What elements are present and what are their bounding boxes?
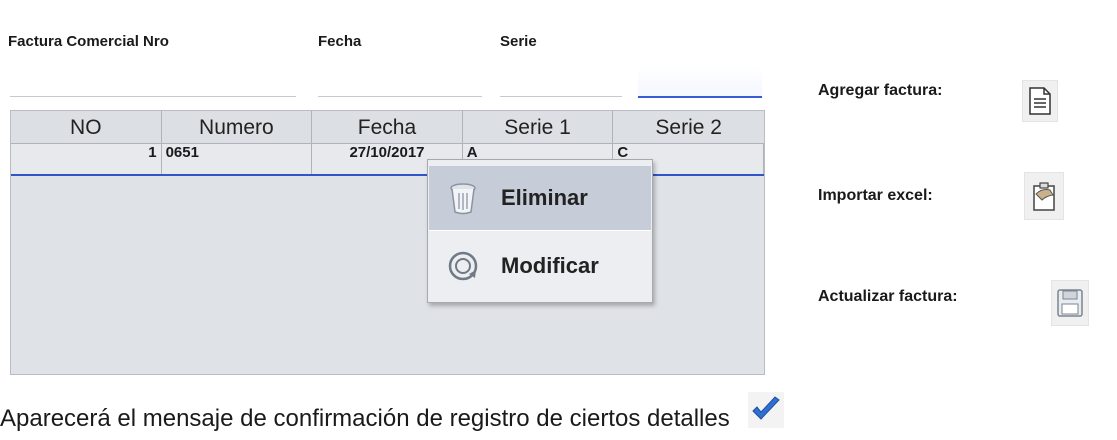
column-header-numero[interactable]: Numero [161, 111, 313, 144]
factura-nro-input[interactable] [10, 72, 296, 97]
agregar-factura-button[interactable] [1022, 80, 1058, 122]
factura-nro-label: Factura Comercial Nro [8, 33, 169, 50]
column-header-serie2[interactable]: Serie 2 [613, 111, 764, 144]
checkmark-icon [752, 396, 780, 420]
actualizar-factura-label: Actualizar factura: [818, 288, 958, 305]
actualizar-factura-button[interactable] [1051, 280, 1089, 326]
column-header-fecha[interactable]: Fecha [312, 111, 463, 144]
confirmation-instruction-text: Aparecerá el mensaje de confirmación de … [0, 405, 730, 432]
menu-item-eliminar[interactable]: Eliminar [429, 166, 651, 230]
menu-item-label: Modificar [501, 253, 599, 278]
refresh-icon [448, 251, 478, 281]
agregar-factura-label: Agregar factura: [818, 82, 943, 99]
menu-item-label: Eliminar [501, 185, 588, 210]
importar-excel-button[interactable] [1024, 172, 1064, 220]
serie1-input[interactable] [500, 72, 622, 97]
table-header: NO Numero Fecha Serie 1 Serie 2 [11, 111, 764, 144]
serie2-input[interactable] [638, 66, 762, 98]
column-header-no[interactable]: NO [11, 111, 162, 144]
save-icon [1057, 289, 1083, 317]
cell-no: 1 [11, 144, 162, 174]
context-menu: Eliminar Modificar [427, 159, 653, 303]
document-icon [1029, 87, 1051, 115]
importar-excel-label: Importar excel: [818, 187, 933, 204]
fecha-input[interactable] [318, 72, 482, 97]
column-header-serie1[interactable]: Serie 1 [462, 111, 614, 144]
menu-separator [429, 230, 651, 231]
serie-label: Serie [500, 33, 537, 50]
trash-icon [450, 183, 476, 215]
menu-item-modificar[interactable]: Modificar [429, 234, 651, 298]
clipboard-hand-icon [1033, 182, 1055, 211]
fecha-label: Fecha [318, 33, 362, 50]
confirm-button[interactable] [748, 392, 784, 428]
cell-numero: 0651 [162, 144, 313, 174]
